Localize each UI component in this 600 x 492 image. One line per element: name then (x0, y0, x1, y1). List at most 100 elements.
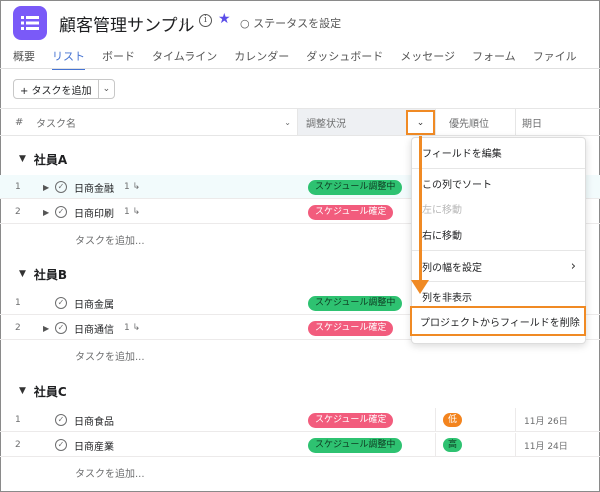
add-task-inline[interactable]: タスクを追加... (75, 343, 145, 367)
status-cell[interactable]: スケジュール確定 (298, 408, 436, 432)
status-cell[interactable]: スケジュール調整中 (298, 433, 436, 457)
menu-item-label: 列の幅を設定 (422, 262, 482, 274)
triangle-down-icon[interactable]: ▼ (19, 154, 26, 164)
star-icon[interactable]: ★ (218, 11, 231, 27)
menu-item-remove-field[interactable]: プロジェクトからフィールドを削除 (410, 306, 586, 336)
add-task-button[interactable]: + タスクを追加 ⌄ (13, 79, 116, 99)
status-badge: スケジュール調整中 (308, 437, 403, 453)
annotation-arrow-line (419, 136, 422, 286)
chevron-down-icon[interactable]: ⌄ (99, 84, 115, 94)
row-number: 1 (15, 298, 21, 308)
section-name: 社員C (33, 384, 67, 399)
subtask-icon: ↳ (132, 182, 141, 192)
status-badge: スケジュール確定 (308, 320, 394, 336)
column-header-row: # タスク名 ⌄ 調整状況 優先順位 期日 (0, 108, 600, 136)
menu-divider (412, 250, 585, 251)
table-row[interactable]: 1 ✓ 日商食品 スケジュール確定 低 11月 26日 (0, 408, 600, 432)
column-num: # (15, 116, 24, 128)
priority-cell[interactable]: 低 (436, 408, 516, 432)
annotation-arrow-head (411, 280, 429, 294)
subtask-count-value: 1 (124, 182, 130, 192)
set-status-label: ステータスを設定 (253, 17, 342, 30)
column-date[interactable]: 期日 (516, 109, 542, 135)
triangle-right-icon[interactable]: ▶ (43, 316, 49, 340)
row-number: 2 (15, 207, 21, 217)
complete-check-icon[interactable]: ✓ (55, 291, 67, 315)
triangle-down-icon[interactable]: ▼ (19, 269, 26, 279)
menu-divider (412, 281, 585, 282)
triangle-right-icon[interactable]: ▶ (43, 175, 49, 199)
section-header[interactable]: ▼ 社員C (0, 379, 600, 403)
subtask-count-value: 1 (124, 207, 130, 217)
task-name[interactable]: 日商通信 (74, 316, 114, 340)
triangle-right-icon[interactable]: ▶ (43, 200, 49, 224)
row-number: 2 (15, 440, 21, 450)
task-name[interactable]: 日商金融 (74, 175, 114, 199)
tab-overview[interactable]: 概要 (13, 48, 35, 70)
status-badge: スケジュール調整中 (308, 295, 403, 311)
tab-messages[interactable]: メッセージ (400, 48, 455, 70)
row-number: 1 (15, 415, 21, 425)
column-options-button[interactable]: ⌄ (406, 110, 435, 135)
tab-board[interactable]: ボード (102, 48, 135, 70)
column-task-name[interactable]: タスク名 ⌄ (36, 109, 298, 135)
complete-check-icon[interactable]: ✓ (55, 316, 67, 340)
column-task-name-label: タスク名 (36, 118, 76, 130)
tab-calendar[interactable]: カレンダー (234, 48, 289, 70)
chevron-down-icon: ⌄ (416, 117, 425, 128)
column-priority[interactable]: 優先順位 (436, 109, 516, 135)
status-badge: スケジュール確定 (308, 412, 394, 428)
menu-item-sort[interactable]: この列でソート (412, 171, 585, 195)
row-number: 1 (15, 182, 21, 192)
status-badge: スケジュール確定 (308, 204, 394, 220)
task-name[interactable]: 日商金属 (74, 291, 114, 315)
menu-item-edit-field[interactable]: フィールドを編集 (412, 140, 585, 164)
priority-cell[interactable]: 高 (436, 433, 516, 457)
date-cell[interactable]: 11月 24日 (516, 433, 568, 457)
info-icon[interactable]: i (199, 14, 212, 27)
complete-check-icon[interactable]: ✓ (55, 200, 67, 224)
subtask-count[interactable]: 1 ↳ (124, 316, 140, 340)
tab-dashboard[interactable]: ダッシュボード (306, 48, 383, 70)
tabs-divider (0, 68, 600, 69)
project-title[interactable]: 顧客管理サンプル (59, 11, 195, 36)
subtask-icon: ↳ (132, 323, 141, 333)
column-priority-label: 優先順位 (449, 118, 489, 130)
tab-files[interactable]: ファイル (533, 48, 577, 70)
set-status-button[interactable]: ○ ステータスを設定 (240, 15, 341, 31)
section-name: 社員B (33, 267, 68, 282)
column-status-label: 調整状況 (306, 118, 346, 130)
menu-item-hide-column[interactable]: 列を非表示 (412, 284, 585, 308)
chevron-down-icon[interactable]: ⌵ (180, 15, 188, 29)
subtask-count[interactable]: 1 ↳ (124, 175, 140, 199)
subtask-count[interactable]: 1 ↳ (124, 200, 140, 224)
date-cell[interactable]: 11月 26日 (516, 408, 568, 432)
complete-check-icon[interactable]: ✓ (55, 408, 67, 432)
complete-check-icon[interactable]: ✓ (55, 433, 67, 457)
add-task-inline[interactable]: タスクを追加... (75, 460, 145, 484)
task-name[interactable]: 日商食品 (74, 408, 114, 432)
triangle-down-icon[interactable]: ▼ (19, 386, 26, 396)
subtask-count-value: 1 (124, 323, 130, 333)
add-task-inline[interactable]: タスクを追加... (75, 227, 145, 251)
complete-check-icon[interactable]: ✓ (55, 175, 67, 199)
priority-badge: 低 (443, 413, 463, 427)
tab-forms[interactable]: フォーム (472, 48, 516, 70)
subtask-icon: ↳ (132, 207, 141, 217)
menu-item-set-column-width[interactable]: 列の幅を設定 › (412, 254, 585, 278)
column-date-label: 期日 (522, 118, 542, 130)
add-task-label[interactable]: + タスクを追加 (14, 80, 99, 98)
menu-item-move-left[interactable]: 左に移動 (412, 196, 585, 220)
table-row[interactable]: 2 ✓ 日商産業 スケジュール調整中 高 11月 24日 (0, 433, 600, 457)
chevron-down-icon[interactable]: ⌄ (284, 118, 291, 127)
menu-item-move-right[interactable]: 右に移動 (412, 222, 585, 246)
tab-list[interactable]: リスト (52, 48, 85, 70)
column-options-menu: フィールドを編集 この列でソート 左に移動 右に移動 列の幅を設定 › 列を非表… (410, 137, 586, 344)
task-name[interactable]: 日商印刷 (74, 200, 114, 224)
tab-timeline[interactable]: タイムライン (152, 48, 217, 70)
chevron-right-icon: › (570, 258, 576, 274)
menu-divider (412, 168, 585, 169)
project-list-icon (13, 6, 47, 40)
task-name[interactable]: 日商産業 (74, 433, 114, 457)
project-tabs: 概要 リスト ボード タイムライン カレンダー ダッシュボード メッセージ フォ… (13, 48, 594, 70)
